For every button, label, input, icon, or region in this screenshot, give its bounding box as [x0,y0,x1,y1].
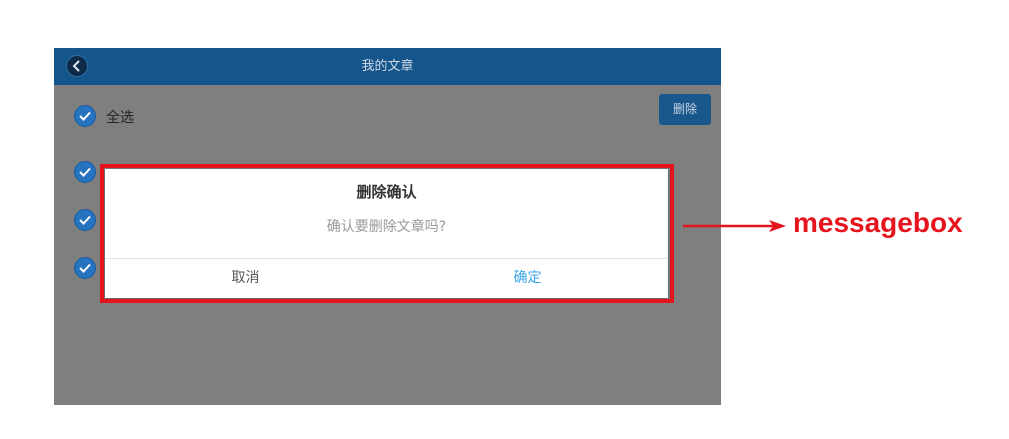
select-all-checkbox[interactable] [74,105,96,127]
select-all-label: 全选 [106,110,134,126]
item-checkbox[interactable] [74,161,96,183]
delete-button[interactable]: 删除 [659,94,711,125]
check-icon [79,111,91,121]
item-checkbox[interactable] [74,257,96,279]
highlight-box [100,164,674,303]
callout-arrow-icon [683,220,786,232]
item-checkbox[interactable] [74,209,96,231]
check-icon [79,167,91,177]
page-title: 我的文章 [361,59,414,74]
app-header: 我的文章 [54,48,721,85]
check-icon [79,263,91,273]
annotation-label: messagebox [793,207,963,238]
check-icon [79,215,91,225]
